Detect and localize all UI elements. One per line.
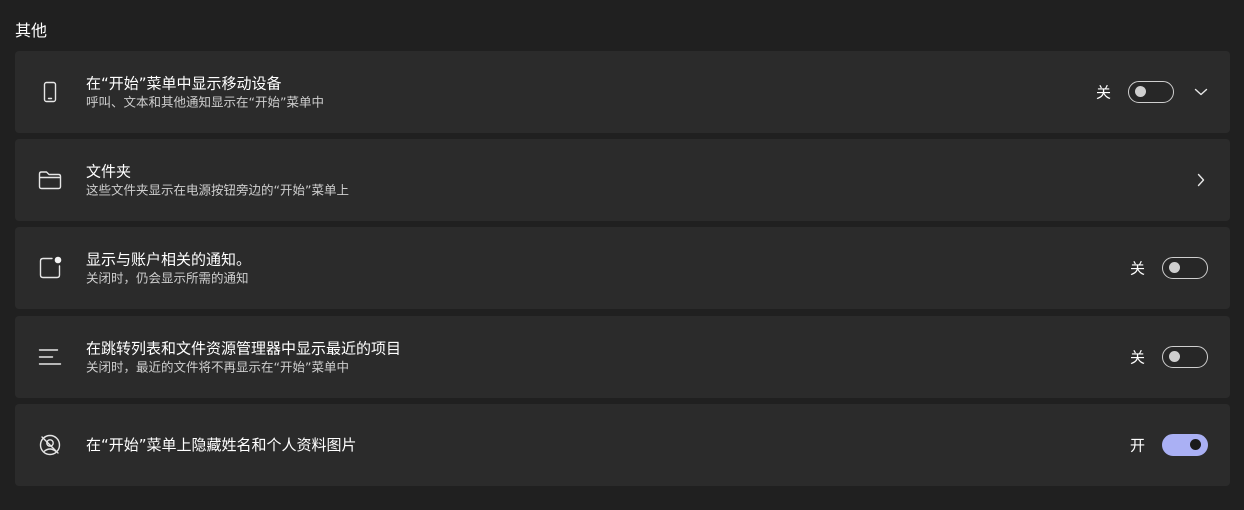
toggle-knob: [1190, 439, 1201, 450]
hide-profile-toggle[interactable]: [1162, 434, 1208, 456]
setting-row-folders[interactable]: 文件夹 这些文件夹显示在电源按钮旁边的“开始”菜单上: [15, 139, 1230, 221]
toggle-state-label: 关: [1130, 259, 1146, 278]
setting-description: 呼叫、文本和其他通知显示在“开始”菜单中: [86, 94, 324, 110]
chevron-right-icon: [1193, 172, 1209, 188]
setting-description: 关闭时，最近的文件将不再显示在“开始”菜单中: [86, 359, 349, 375]
phone-icon: [37, 79, 63, 105]
chevron-down-icon[interactable]: [1193, 84, 1209, 100]
recent-items-toggle[interactable]: [1162, 346, 1208, 368]
setting-title: 在“开始”菜单中显示移动设备: [86, 74, 282, 93]
hidden-profile-icon: [37, 432, 63, 458]
account-notifications-toggle[interactable]: [1162, 257, 1208, 279]
account-notification-icon: [37, 255, 63, 281]
toggle-state-label: 开: [1130, 436, 1146, 455]
setting-title: 在跳转列表和文件资源管理器中显示最近的项目: [86, 339, 402, 358]
section-title: 其他: [15, 21, 48, 40]
setting-description: 关闭时，仍会显示所需的通知: [86, 270, 249, 286]
setting-row-mobile-device[interactable]: 在“开始”菜单中显示移动设备 呼叫、文本和其他通知显示在“开始”菜单中 关: [15, 51, 1230, 133]
toggle-state-label: 关: [1130, 348, 1146, 367]
setting-row-hide-profile: 在“开始”菜单上隐藏姓名和个人资料图片 开: [15, 404, 1230, 486]
mobile-device-toggle[interactable]: [1128, 81, 1174, 103]
setting-row-recent-items: 在跳转列表和文件资源管理器中显示最近的项目 关闭时，最近的文件将不再显示在“开始…: [15, 316, 1230, 398]
toggle-state-label: 关: [1096, 83, 1112, 102]
setting-description: 这些文件夹显示在电源按钮旁边的“开始”菜单上: [86, 182, 349, 198]
toggle-knob: [1135, 86, 1146, 97]
setting-row-account-notifications: 显示与账户相关的通知。 关闭时，仍会显示所需的通知 关: [15, 227, 1230, 309]
toggle-knob: [1169, 262, 1180, 273]
setting-title: 文件夹: [86, 162, 132, 181]
toggle-knob: [1169, 351, 1180, 362]
list-icon: [37, 344, 63, 370]
setting-title: 显示与账户相关的通知。: [86, 250, 252, 269]
folder-icon: [37, 167, 63, 193]
setting-title: 在“开始”菜单上隐藏姓名和个人资料图片: [86, 436, 357, 454]
